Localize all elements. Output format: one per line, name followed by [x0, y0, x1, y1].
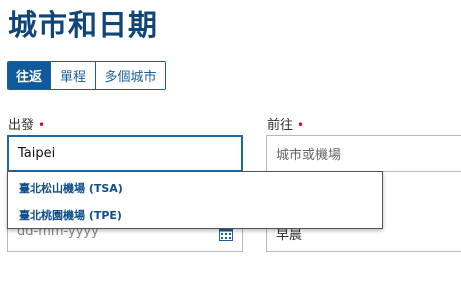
flight-search-form: 城市和日期 往返 單程 多個城市 出發 • 前往 • Taipei 城市或機場 dd… [0, 0, 461, 287]
airport-suggestions: 臺北松山機場 (TSA) 臺北桃園機場 (TPE) [7, 171, 383, 229]
from-required-mark: • [38, 118, 46, 132]
to-label: 前往 • [267, 114, 304, 133]
to-required-mark: • [297, 118, 305, 132]
to-label-text: 前往 [267, 118, 294, 133]
from-input[interactable]: Taipei [7, 135, 243, 172]
from-label: 出發 • [8, 114, 45, 133]
to-input[interactable]: 城市或機場 [266, 135, 461, 172]
suggestion-item[interactable]: 臺北松山機場 (TSA) [19, 180, 123, 196]
tab-one-way[interactable]: 單程 [50, 62, 95, 89]
trip-type-tabs: 往返 單程 多個城市 [7, 61, 166, 90]
tab-round-trip[interactable]: 往返 [8, 62, 50, 89]
from-label-text: 出發 [8, 118, 35, 133]
calendar-icon[interactable] [219, 227, 233, 241]
suggestion-item[interactable]: 臺北桃園機場 (TPE) [19, 207, 122, 223]
page-title: 城市和日期 [8, 8, 159, 42]
tab-multi-city[interactable]: 多個城市 [95, 62, 165, 89]
